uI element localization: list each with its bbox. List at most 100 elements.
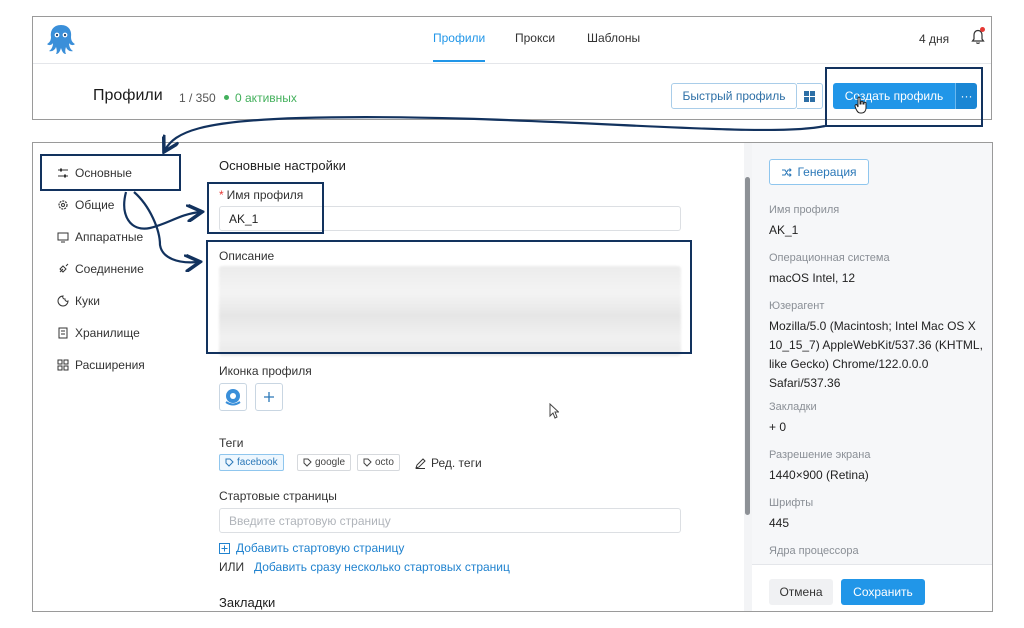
subscription-days: 4 дня [919, 32, 950, 46]
profile-name-input[interactable]: AK_1 [219, 206, 681, 231]
profile-icon-option[interactable] [219, 383, 247, 411]
sliders-icon [58, 168, 68, 178]
summary-value: Mozilla/5.0 (Macintosh; Intel Mac OS X 1… [769, 319, 983, 390]
edit-tags-label: Ред. теги [431, 456, 482, 470]
create-profile-button[interactable]: Создать профиль [833, 83, 955, 109]
sidebar-item-general[interactable]: Общие [57, 198, 114, 212]
gear-icon [58, 200, 68, 210]
monitor-icon [57, 232, 69, 243]
summary-label: Юзерагент [769, 300, 825, 312]
tag-google[interactable]: google [297, 454, 352, 471]
sidebar-item-label: Общие [75, 198, 115, 212]
summary-value: macOS Intel, 12 [769, 271, 856, 285]
sidebar-item-label: Расширения [75, 358, 145, 372]
summary-label: Разрешение экрана [769, 449, 871, 461]
shuffle-icon [782, 167, 793, 177]
active-status-dot [224, 95, 229, 100]
sidebar-item-extensions[interactable]: Расширения [57, 358, 145, 372]
profile-editor-panel: Основные Общие Аппаратные Соединение Кук… [32, 142, 993, 612]
scrollbar-thumb[interactable] [745, 177, 750, 515]
tag-octo[interactable]: octo [357, 454, 400, 471]
octopus-icon [225, 389, 241, 406]
bookmarks-title: Закладки [219, 595, 276, 610]
storage-icon [58, 327, 68, 339]
tags-label: Теги [219, 436, 244, 450]
save-button[interactable]: Сохранить [841, 579, 925, 605]
pencil-icon [415, 457, 426, 469]
active-count: 0 активных [235, 91, 297, 105]
cookie-icon [57, 295, 69, 307]
windows-os-button[interactable] [797, 83, 823, 109]
description-label: Описание [219, 249, 275, 263]
tag-label: google [315, 457, 346, 468]
tab-templates[interactable]: Шаблоны [587, 31, 640, 45]
sidebar-item-label: Хранилище [75, 326, 140, 340]
more-options-button[interactable]: ··· [955, 83, 977, 109]
profile-count: 1 / 350 [179, 91, 216, 105]
sidebar-item-label: Аппаратные [75, 230, 144, 244]
sidebar-item-label: Соединение [75, 262, 144, 276]
divider [33, 63, 991, 64]
add-start-page-link[interactable]: Добавить стартовую страницу [219, 541, 404, 555]
required-mark: * [219, 188, 224, 202]
cancel-label: Отмена [779, 585, 823, 599]
summary-value: AK_1 [769, 223, 799, 237]
hand-cursor-icon [854, 96, 867, 114]
save-label: Сохранить [853, 585, 913, 599]
start-page-input[interactable]: Введите стартовую страницу [219, 508, 681, 533]
plug-icon [59, 263, 69, 273]
edit-tags-button[interactable]: Ред. теги [415, 456, 482, 470]
tab-proxies[interactable]: Прокси [515, 31, 555, 45]
add-start-page-label: Добавить стартовую страницу [236, 541, 405, 555]
sidebar-item-label: Куки [75, 294, 100, 308]
profile-icon-label: Иконка профиля [219, 364, 312, 378]
plus-square-icon [219, 542, 230, 554]
summary-label: Шрифты [769, 497, 814, 509]
summary-label: Имя профиля [769, 204, 840, 216]
more-icon: ··· [960, 89, 973, 103]
summary-value: 445 [769, 516, 790, 530]
windows-icon [804, 90, 815, 102]
tag-facebook[interactable]: facebook [219, 454, 284, 471]
summary-label: Операционная система [769, 252, 890, 264]
quick-profile-label: Быстрый профиль [682, 89, 786, 103]
summary-label: Закладки [769, 401, 817, 413]
quick-profile-button[interactable]: Быстрый профиль [671, 83, 797, 109]
section-title: Основные настройки [219, 158, 346, 173]
tag-label: facebook [237, 457, 278, 468]
notification-dot [980, 27, 985, 32]
header-panel: Профили Прокси Шаблоны 4 дня Профили 1 /… [32, 16, 992, 120]
tag-icon [363, 458, 372, 467]
sidebar-item-connection[interactable]: Соединение [57, 262, 144, 276]
sidebar-item-cookies[interactable]: Куки [57, 294, 100, 308]
tag-icon [225, 458, 234, 467]
profile-name-value: AK_1 [229, 211, 259, 226]
start-page-placeholder: Введите стартовую страницу [229, 513, 391, 528]
sidebar-item-storage[interactable]: Хранилище [57, 326, 140, 340]
arrow-cursor-icon [549, 403, 559, 419]
page-title: Профили [93, 87, 163, 104]
generate-button[interactable]: Генерация [769, 159, 869, 185]
plus-icon [264, 392, 274, 402]
generate-label: Генерация [797, 165, 857, 179]
sidebar-item-main[interactable]: Основные [57, 166, 132, 180]
grid-icon [57, 359, 69, 371]
add-icon-button[interactable] [255, 383, 283, 411]
description-textarea[interactable] [219, 266, 681, 356]
tag-label: octo [375, 457, 394, 468]
tab-profiles[interactable]: Профили [433, 31, 485, 45]
summary-label: Ядра процессора [769, 545, 859, 557]
or-label: ИЛИ [219, 560, 245, 574]
add-multiple-pages-link[interactable]: Добавить сразу несколько стартовых стран… [254, 560, 510, 574]
tab-active-indicator [433, 60, 485, 62]
cancel-button[interactable]: Отмена [769, 579, 833, 605]
sidebar-item-label: Основные [75, 166, 132, 180]
summary-value: + 0 [769, 420, 787, 434]
octopus-logo-icon[interactable] [43, 21, 79, 57]
tag-icon [303, 458, 312, 467]
summary-value: 1440×900 (Retina) [769, 468, 869, 482]
sidebar-item-hardware[interactable]: Аппаратные [57, 230, 143, 244]
profile-name-label-text: Имя профиля [226, 188, 304, 202]
start-pages-label: Стартовые страницы [219, 489, 337, 503]
profile-name-label: * Имя профиля [219, 188, 303, 202]
